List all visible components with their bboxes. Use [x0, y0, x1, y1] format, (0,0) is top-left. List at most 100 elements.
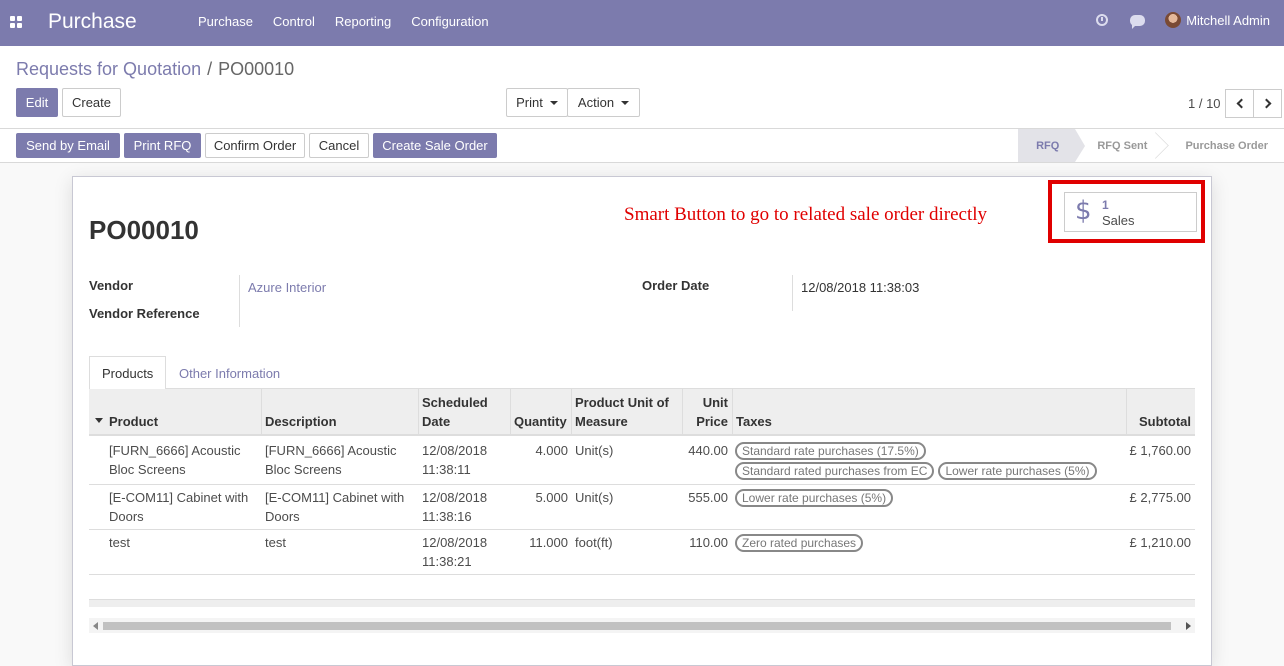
apps-icon[interactable] [10, 16, 22, 28]
cell-description: [E-COM11] Cabinet with Doors [265, 488, 404, 526]
page-title: PO00010 [89, 215, 199, 245]
form-statusbar: Send by Email Print RFQ Confirm Order Ca… [0, 129, 1284, 163]
field-divider [792, 275, 793, 311]
sales-smart-button[interactable]: $ 1 Sales [1064, 192, 1197, 232]
cell-date-line1: 12/08/2018 [422, 490, 488, 505]
column-separator [682, 389, 683, 436]
menu-item-control[interactable]: Control [263, 14, 325, 29]
menu-item-configuration[interactable]: Configuration [401, 14, 498, 29]
header-uom-line1: Product Unit of [575, 395, 669, 410]
header-description[interactable]: Description [265, 412, 337, 431]
chevron-left-icon [1236, 98, 1246, 109]
table-header: Product Description Scheduled Date Quanti… [89, 389, 1195, 436]
tax-tag: Lower rate purchases (5%) [938, 462, 1097, 480]
create-button[interactable]: Create [62, 88, 121, 117]
menu-item-purchase[interactable]: Purchase [188, 14, 263, 29]
create-sale-order-button[interactable]: Create Sale Order [373, 133, 497, 158]
cell-unit-price: 110.00 [689, 535, 728, 550]
cell-product-line1: [FURN_6666] Acoustic [109, 443, 241, 458]
scroll-left-icon[interactable] [93, 622, 98, 630]
table-row[interactable]: [FURN_6666] Acoustic Bloc Screens [FURN_6… [89, 438, 1195, 485]
header-product[interactable]: Product [109, 412, 158, 431]
menu-item-reporting[interactable]: Reporting [325, 14, 401, 29]
scrollbar-thumb[interactable] [103, 622, 1171, 630]
header-scheduled-date[interactable]: Scheduled Date [422, 393, 488, 431]
annotation-text: Smart Button to go to related sale order… [624, 204, 988, 225]
cell-product-line1: [E-COM11] Cabinet with [109, 490, 249, 505]
notebook-tabs: Products Other Information [89, 356, 1195, 390]
header-taxes[interactable]: Taxes [736, 412, 772, 431]
header-unit-price-line2: Price [696, 414, 728, 429]
tab-other-information[interactable]: Other Information [167, 356, 292, 390]
order-date-field[interactable]: 12/08/2018 11:38:03 [801, 280, 919, 295]
chat-icon[interactable] [1130, 14, 1146, 29]
column-separator [571, 389, 572, 436]
cell-subtotal: £ 1,760.00 [1129, 443, 1191, 458]
avatar[interactable] [1165, 12, 1182, 28]
header-uom[interactable]: Product Unit of Measure [575, 393, 669, 431]
cell-subtotal: £ 2,775.00 [1129, 490, 1191, 505]
header-unit-price[interactable]: Unit Price [696, 393, 728, 431]
cell-product-line2: Bloc Screens [109, 462, 186, 477]
cancel-button[interactable]: Cancel [309, 133, 369, 158]
sort-caret-icon[interactable] [95, 418, 103, 423]
column-separator [1126, 389, 1127, 436]
pager-previous-button[interactable] [1225, 89, 1254, 118]
column-separator [418, 389, 419, 436]
vendor-field[interactable]: Azure Interior [248, 280, 326, 295]
breadcrumb-parent[interactable]: Requests for Quotation [16, 59, 201, 79]
cell-product: test [109, 535, 130, 550]
cell-date-line2: 11:38:21 [422, 554, 472, 569]
app-title[interactable]: Purchase [48, 10, 137, 34]
cell-subtotal: £ 1,210.00 [1129, 535, 1191, 550]
confirm-order-button[interactable]: Confirm Order [205, 133, 305, 158]
cell-quantity: 4.000 [535, 443, 568, 458]
action-dropdown[interactable]: Action [567, 88, 640, 117]
cell-date-line2: 11:38:16 [422, 509, 472, 524]
cell-description-line2: Doors [265, 509, 300, 524]
cell-product: [FURN_6666] Acoustic Bloc Screens [109, 441, 241, 479]
cell-description: [FURN_6666] Acoustic Bloc Screens [265, 441, 397, 479]
edit-button[interactable]: Edit [16, 88, 58, 117]
column-separator [261, 389, 262, 436]
send-by-email-button[interactable]: Send by Email [16, 133, 120, 158]
table-row[interactable]: [E-COM11] Cabinet with Doors [E-COM11] Ca… [89, 485, 1195, 530]
cell-description-line2: Bloc Screens [265, 462, 342, 477]
cell-date-line2: 11:38:11 [422, 462, 471, 477]
column-separator [510, 389, 511, 436]
scroll-right-icon[interactable] [1186, 622, 1191, 630]
cell-quantity: 11.000 [529, 535, 568, 550]
cell-uom: foot(ft) [575, 535, 613, 550]
cell-description-line1: [E-COM11] Cabinet with [265, 490, 405, 505]
user-menu[interactable]: Mitchell Admin [1186, 13, 1270, 28]
chevron-right-icon [1261, 98, 1271, 109]
stage-rfq: RFQ [1018, 129, 1086, 162]
form-sheet: Smart Button to go to related sale order… [72, 176, 1212, 666]
sales-label: Sales [1102, 213, 1135, 228]
pager-next-button[interactable] [1253, 89, 1282, 118]
header-unit-price-line1: Unit [702, 395, 728, 410]
vendor-reference-label: Vendor Reference [89, 306, 200, 321]
horizontal-scrollbar[interactable] [89, 618, 1195, 633]
header-subtotal[interactable]: Subtotal [1139, 412, 1191, 431]
clock-icon[interactable] [1096, 14, 1109, 26]
pager-value[interactable]: 1 / 10 [1188, 96, 1221, 111]
header-uom-line2: Measure [575, 414, 628, 429]
dollar-icon: $ [1075, 196, 1092, 226]
print-rfq-button[interactable]: Print RFQ [124, 133, 201, 158]
stage-rfq-sent: RFQ Sent [1075, 129, 1163, 162]
header-quantity[interactable]: Quantity [514, 412, 567, 431]
vendor-label: Vendor [89, 278, 134, 293]
cell-date-line1: 12/08/2018 [422, 535, 488, 550]
cell-quantity: 5.000 [535, 490, 568, 505]
cell-product: [E-COM11] Cabinet with Doors [109, 488, 248, 526]
cell-scheduled-date: 12/08/2018 11:38:21 [422, 533, 487, 571]
column-separator [732, 389, 733, 436]
tab-products[interactable]: Products [89, 356, 167, 390]
cell-scheduled-date: 12/08/2018 11:38:11 [422, 441, 487, 479]
action-label: Action [577, 95, 615, 110]
print-dropdown[interactable]: Print [506, 88, 568, 117]
sales-count: 1 [1102, 198, 1109, 212]
table-row[interactable]: test test 12/08/2018 11:38:21 11.000 foot… [89, 530, 1195, 575]
caret-down-icon [621, 100, 630, 105]
